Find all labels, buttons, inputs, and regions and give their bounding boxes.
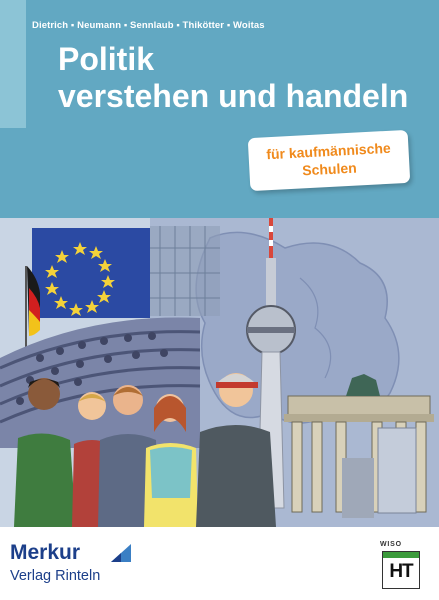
illustration-art bbox=[0, 218, 439, 527]
title-line-1: Politik bbox=[58, 41, 155, 77]
title-line-2: verstehen und handeln bbox=[58, 78, 409, 114]
ht-badge: HT bbox=[382, 551, 420, 589]
series-logo: WISO HT bbox=[380, 541, 420, 589]
ht-badge-bar bbox=[383, 552, 419, 558]
cover-footer: Merkur Verlag Rinteln WISO HT bbox=[0, 527, 439, 600]
cover-header: Dietrich ▪ Neumann ▪ Sennlaub ▪ Thikötte… bbox=[0, 0, 439, 218]
merkur-mark-icon bbox=[111, 544, 131, 562]
audience-badge: für kaufmännische Schulen bbox=[247, 129, 411, 192]
publisher-logo: Merkur Verlag Rinteln bbox=[10, 541, 140, 589]
series-label: WISO bbox=[380, 541, 402, 548]
ht-badge-text: HT bbox=[389, 561, 413, 582]
book-title: Politik verstehen und handeln bbox=[58, 41, 408, 115]
modern-building bbox=[377, 427, 417, 514]
cover-illustration bbox=[0, 218, 439, 527]
header-stripe bbox=[0, 0, 26, 128]
book-cover: Dietrich ▪ Neumann ▪ Sennlaub ▪ Thikötte… bbox=[0, 0, 439, 600]
publisher-name: Merkur bbox=[10, 541, 81, 564]
building bbox=[342, 458, 374, 518]
eu-flag-icon bbox=[32, 228, 150, 318]
author-line: Dietrich ▪ Neumann ▪ Sennlaub ▪ Thikötte… bbox=[32, 20, 265, 31]
publisher-subline: Verlag Rinteln bbox=[10, 568, 101, 584]
